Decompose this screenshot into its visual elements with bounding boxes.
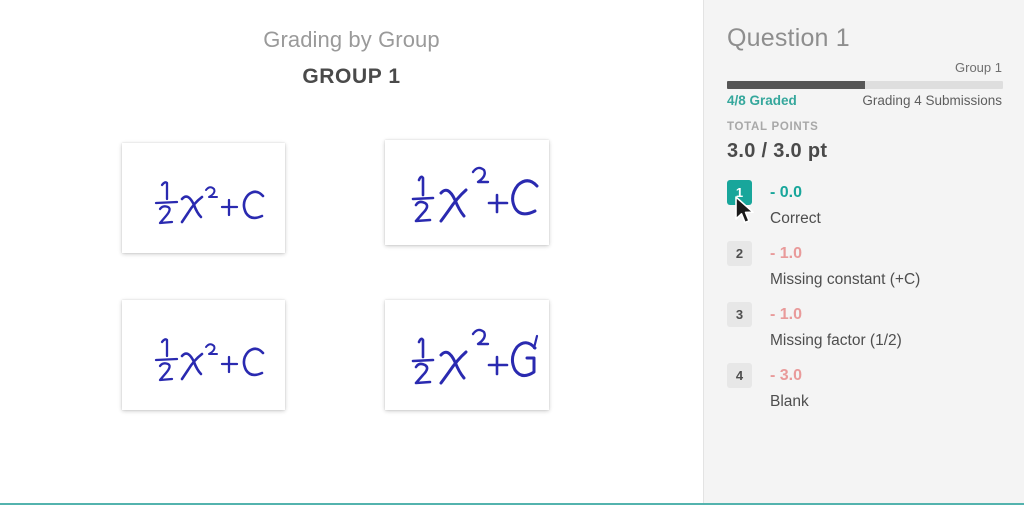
submission-card[interactable] xyxy=(122,143,285,253)
rubric-item-key-badge[interactable]: 1 xyxy=(727,180,752,205)
submission-card[interactable] xyxy=(122,300,285,410)
submissions-region: Grading by Group GROUP 1 xyxy=(0,0,703,503)
graded-count-label: 4/8 Graded xyxy=(727,93,797,108)
handwritten-answer-image xyxy=(122,143,285,253)
rubric-item-header: 1 - 0.0 xyxy=(727,180,1007,205)
handwritten-answer-image xyxy=(385,300,549,410)
rubric-item-key-badge[interactable]: 2 xyxy=(727,241,752,266)
rubric-item-points: - 3.0 xyxy=(770,367,803,384)
rubric-item[interactable]: 1 - 0.0 Correct xyxy=(727,180,1007,229)
rubric-item-points: - 0.0 xyxy=(770,184,803,201)
total-points-label: TOTAL POINTS xyxy=(727,121,819,133)
rubric-item-list: 1 - 0.0 Correct 2 - 1.0 Missing constant… xyxy=(727,180,1007,424)
group-tag: Group 1 xyxy=(955,60,1002,75)
rubric-item-header: 3 - 1.0 xyxy=(727,302,1007,327)
handwritten-answer-image xyxy=(385,140,549,245)
submission-card[interactable] xyxy=(385,300,549,410)
rubric-item-header: 2 - 1.0 xyxy=(727,241,1007,266)
rubric-item-points: - 1.0 xyxy=(770,245,803,262)
total-points-value: 3.0 / 3.0 pt xyxy=(727,140,828,162)
rubric-item-points: - 1.0 xyxy=(770,306,803,323)
group-title: GROUP 1 xyxy=(302,65,401,88)
grading-progress-bar xyxy=(727,81,1003,89)
submission-card-grid xyxy=(122,140,552,413)
question-title: Question 1 xyxy=(727,24,850,52)
rubric-item[interactable]: 4 - 3.0 Blank xyxy=(727,363,1007,412)
rubric-item-description: Correct xyxy=(770,210,821,227)
rubric-item-header: 4 - 3.0 xyxy=(727,363,1007,388)
rubric-item-key-badge[interactable]: 4 xyxy=(727,363,752,388)
grading-status-label: Grading 4 Submissions xyxy=(862,93,1002,108)
submission-card[interactable] xyxy=(385,140,549,245)
rubric-item[interactable]: 3 - 1.0 Missing factor (1/2) xyxy=(727,302,1007,351)
rubric-panel: Question 1 Group 1 4/8 Graded Grading 4 … xyxy=(703,0,1024,503)
grading-progress-fill xyxy=(727,81,865,89)
handwritten-answer-image xyxy=(122,300,285,410)
bottom-accent-rule xyxy=(0,503,1024,505)
rubric-item-description: Missing constant (+C) xyxy=(770,271,921,288)
grading-mode-label: Grading by Group xyxy=(263,27,440,52)
rubric-item-description: Blank xyxy=(770,393,809,410)
rubric-item[interactable]: 2 - 1.0 Missing constant (+C) xyxy=(727,241,1007,290)
rubric-item-description: Missing factor (1/2) xyxy=(770,332,902,349)
rubric-item-key-badge[interactable]: 3 xyxy=(727,302,752,327)
grading-by-group-screen: Grading by Group GROUP 1 Question 1 Grou… xyxy=(0,0,1024,511)
